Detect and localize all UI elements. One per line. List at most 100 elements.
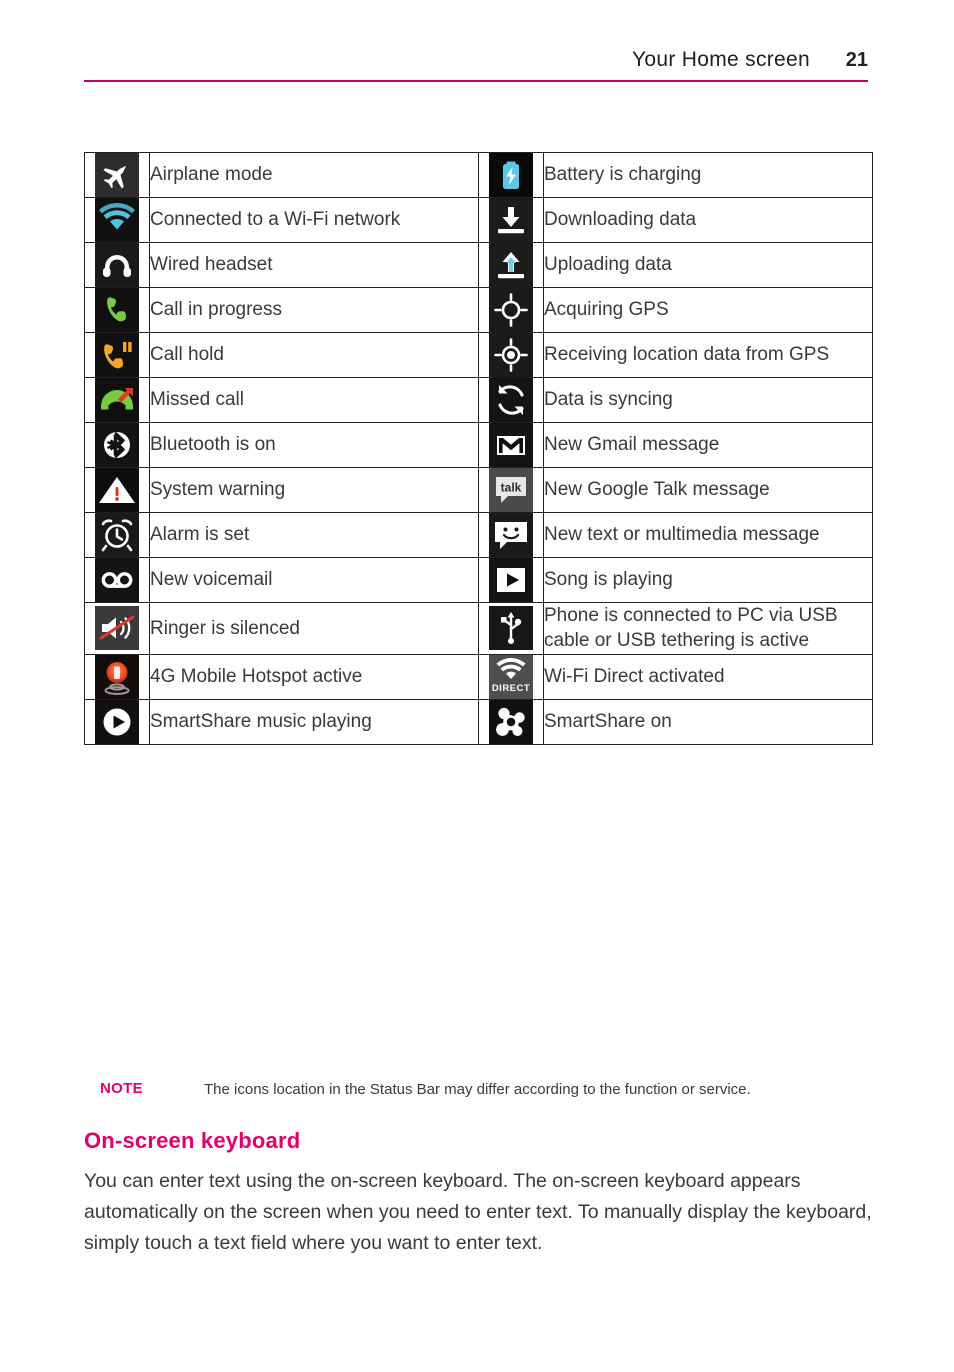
voicemail-icon: [85, 558, 149, 602]
table-row: New voicemail Song is playing: [84, 557, 873, 603]
download-data-icon: [479, 198, 543, 242]
status-icon-cell: [478, 512, 544, 558]
status-icon-cell: [478, 197, 544, 243]
table-row: Call in progress Acquiring GPS: [84, 287, 873, 333]
status-icon-label: Alarm is set: [149, 512, 479, 558]
gmail-icon: [479, 423, 543, 467]
status-icon-label: Ringer is silenced: [149, 602, 479, 655]
status-icon-cell: [84, 602, 150, 655]
table-row: Call hold Receiving location data from GP…: [84, 332, 873, 378]
status-icon-label: Bluetooth is on: [149, 422, 479, 468]
status-icon-label: Call in progress: [149, 287, 479, 333]
status-icon-label: Wired headset: [149, 242, 479, 288]
airplane-mode-icon: [85, 153, 149, 197]
status-icon-label: SmartShare music playing: [149, 698, 479, 745]
new-message-icon: [479, 513, 543, 557]
status-icon-cell: [478, 287, 544, 333]
smartshare-playing-icon: [85, 699, 149, 744]
status-icon-label: Call hold: [149, 332, 479, 378]
status-icon-table: Airplane mode Battery is charging Connecte…: [84, 152, 873, 745]
ringer-silenced-icon: [85, 606, 149, 651]
status-icon-cell: talk: [478, 467, 544, 513]
data-sync-icon: [479, 378, 543, 422]
table-row: System warning talk New Google Talk messag…: [84, 467, 873, 513]
status-icon-label: Missed call: [149, 377, 479, 423]
system-warning-icon: [85, 468, 149, 512]
page-header: Your Home screen 21: [84, 48, 868, 88]
wifi-direct-icon: DIRECT: [479, 654, 543, 699]
note-block: NOTE The icons location in the Status Ba…: [100, 1080, 870, 1106]
status-icon-cell: [84, 467, 150, 513]
smartshare-on-icon: [479, 699, 543, 744]
manual-page: Your Home screen 21 Airplane mode Battery…: [0, 0, 954, 1372]
status-icon-cell: [84, 653, 150, 700]
status-icon-label: Connected to a Wi-Fi network: [149, 197, 479, 243]
status-icon-cell: [478, 602, 544, 655]
note-text: The icons location in the Status Bar may…: [204, 1081, 751, 1098]
status-icon-cell: [84, 287, 150, 333]
status-icon-cell: [84, 557, 150, 603]
call-in-progress-icon: [85, 288, 149, 332]
missed-call-icon: [85, 378, 149, 422]
gps-location-icon: [479, 333, 543, 377]
status-icon-cell: [478, 332, 544, 378]
status-icon-cell: [478, 152, 544, 198]
status-icon-label: 4G Mobile Hotspot active: [149, 653, 479, 700]
status-icon-cell: [478, 242, 544, 288]
status-icon-label: Acquiring GPS: [543, 287, 873, 333]
wifi-connected-icon: [85, 198, 149, 242]
status-icon-cell: [478, 698, 544, 745]
status-icon-label: New Gmail message: [543, 422, 873, 468]
status-icon-cell: [84, 332, 150, 378]
status-icon-cell: [84, 698, 150, 745]
status-icon-label: Battery is charging: [543, 152, 873, 198]
page-title: Your Home screen: [632, 48, 810, 71]
status-icon-label: Phone is connected to PC via USB cable o…: [543, 602, 873, 655]
table-row: Ringer is silenced Phone is connected to …: [84, 602, 873, 655]
status-icon-label: Wi-Fi Direct activated: [543, 653, 873, 700]
section-heading: On-screen keyboard: [84, 1128, 301, 1153]
status-icon-cell: DIRECT: [478, 653, 544, 700]
status-icon-cell: [478, 422, 544, 468]
table-row: SmartShare music playing SmartShare on: [84, 698, 873, 745]
status-icon-label: System warning: [149, 467, 479, 513]
bluetooth-icon: [85, 423, 149, 467]
call-hold-icon: [85, 333, 149, 377]
note-label: NOTE: [100, 1080, 143, 1097]
status-icon-cell: [84, 152, 150, 198]
status-icon-cell: [478, 377, 544, 423]
svg-text:DIRECT: DIRECT: [492, 683, 530, 694]
status-icon-cell: [84, 422, 150, 468]
usb-connected-icon: [479, 606, 543, 651]
status-icon-label: New voicemail: [149, 557, 479, 603]
status-icon-label: Receiving location data from GPS: [543, 332, 873, 378]
status-icon-label: Song is playing: [543, 557, 873, 603]
google-talk-icon: talk: [479, 468, 543, 512]
status-icon-cell: [84, 377, 150, 423]
wired-headset-icon: [85, 243, 149, 287]
table-row: Alarm is set New text or multimedia messa…: [84, 512, 873, 558]
alarm-set-icon: [85, 513, 149, 557]
status-icon-label: SmartShare on: [543, 698, 873, 745]
table-row: Missed call Data is syncing: [84, 377, 873, 423]
upload-data-icon: [479, 243, 543, 287]
table-row: Bluetooth is on New Gmail message: [84, 422, 873, 468]
table-row: Wired headset Uploading data: [84, 242, 873, 288]
status-icon-label: Data is syncing: [543, 377, 873, 423]
table-row: 4G Mobile Hotspot active DIRECT Wi-Fi Dire…: [84, 653, 873, 700]
svg-text:talk: talk: [501, 481, 522, 495]
status-icon-label: Uploading data: [543, 242, 873, 288]
page-number: 21: [845, 49, 868, 71]
status-icon-label: Downloading data: [543, 197, 873, 243]
status-icon-cell: [84, 242, 150, 288]
battery-charging-icon: [479, 153, 543, 197]
table-row: Connected to a Wi-Fi network Downloading …: [84, 197, 873, 243]
acquiring-gps-icon: [479, 288, 543, 332]
status-icon-cell: [478, 557, 544, 603]
table-row: Airplane mode Battery is charging: [84, 152, 873, 198]
section-paragraph: You can enter text using the on-screen k…: [84, 1170, 872, 1254]
header-divider: [84, 80, 868, 82]
status-icon-label: New Google Talk message: [543, 467, 873, 513]
status-icon-label: New text or multimedia message: [543, 512, 873, 558]
status-icon-label: Airplane mode: [149, 152, 479, 198]
